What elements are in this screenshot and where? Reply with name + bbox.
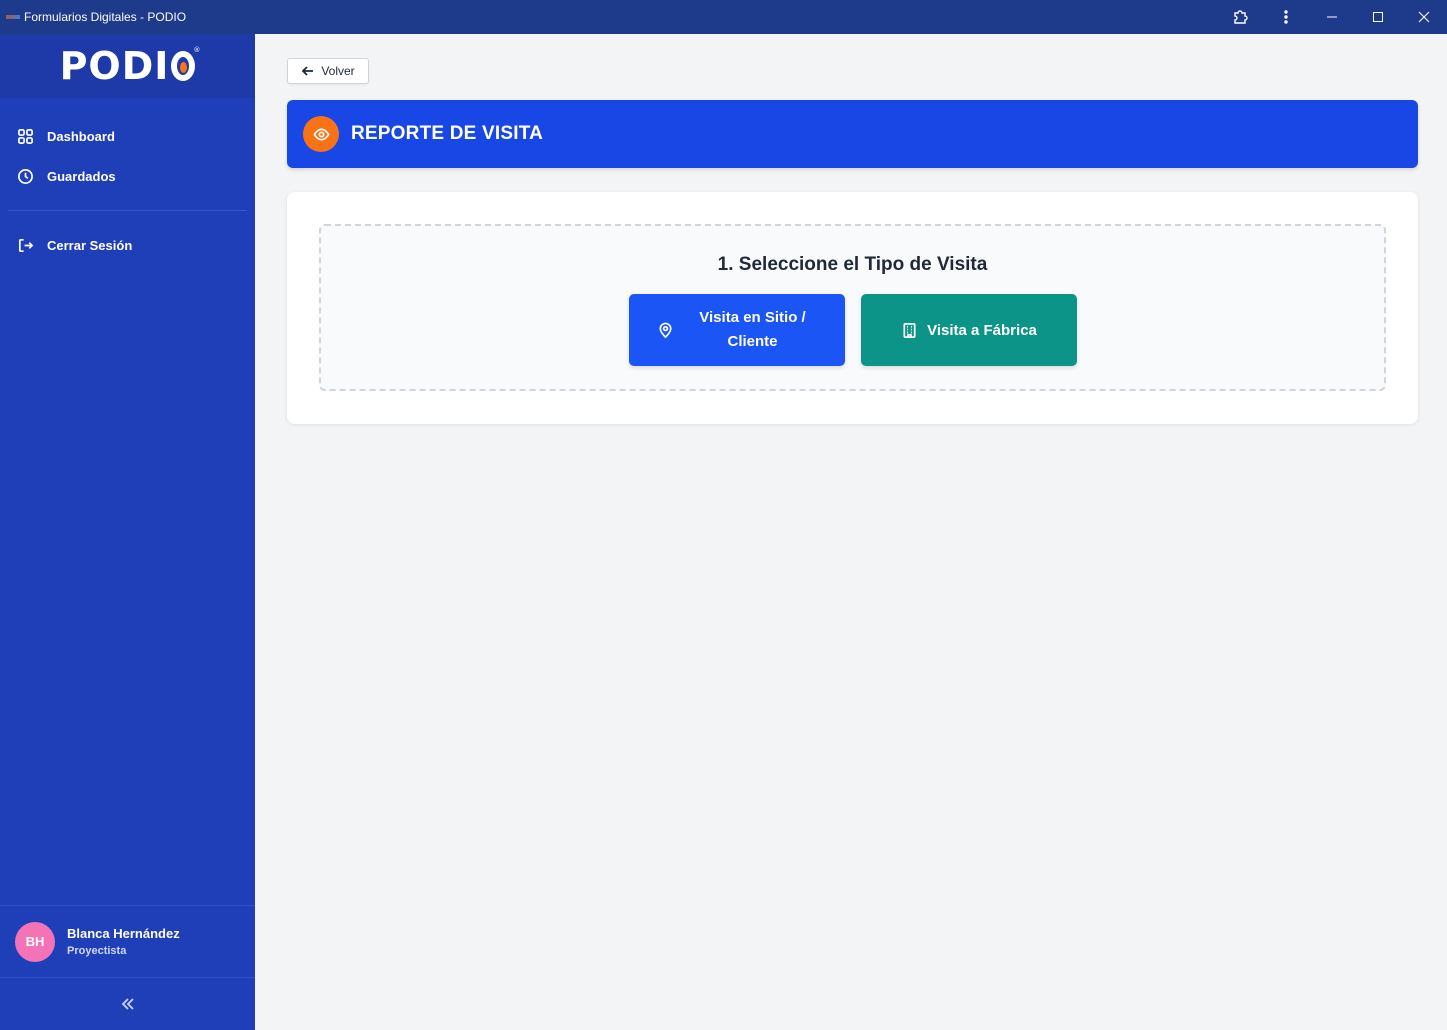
close-button[interactable]: [1401, 0, 1447, 34]
user-profile[interactable]: BH Blanca Hernández Proyectista: [0, 905, 255, 978]
logout-button[interactable]: Cerrar Sesión: [0, 225, 255, 265]
visit-type-card: 1. Seleccione el Tipo de Visita Visita e…: [287, 192, 1418, 424]
main-content: Volver REPORTE DE VISITA 1. Seleccione e…: [255, 34, 1447, 1030]
sidebar-item-guardados[interactable]: Guardados: [0, 156, 255, 196]
page-title: REPORTE DE VISITA: [351, 123, 544, 144]
logo-area: PODI ®: [0, 34, 255, 98]
puzzle-icon: [1234, 10, 1248, 24]
page-header-banner: REPORTE DE VISITA: [287, 100, 1418, 168]
window-title: Formularios Digitales - PODIO: [24, 10, 187, 24]
building-icon: [903, 322, 916, 338]
clock-icon: [18, 168, 33, 184]
visit-factory-button[interactable]: Visita a Fábrica: [861, 294, 1077, 366]
window-titlebar: Formularios Digitales - PODIO: [0, 0, 1447, 34]
app-icon: [6, 15, 20, 19]
menu-button[interactable]: [1263, 0, 1309, 34]
extensions-button[interactable]: [1217, 0, 1263, 34]
user-name: Blanca Hernández: [67, 926, 180, 941]
visit-factory-label: Visita a Fábrica: [927, 321, 1037, 339]
logout-label: Cerrar Sesión: [47, 237, 133, 253]
sidebar-item-dashboard[interactable]: Dashboard: [0, 116, 255, 156]
sidebar-nav: Dashboard Guardados Cerrar Sesión: [0, 98, 255, 265]
map-pin-icon: [658, 322, 672, 338]
arrow-left-icon: [302, 66, 314, 76]
sidebar: PODI ® Dashboard Guardados Cerrar Sesión …: [0, 34, 255, 1030]
podio-logo: PODI ®: [59, 44, 202, 88]
grid-icon: [18, 128, 33, 144]
user-info: Blanca Hernández Proyectista: [67, 926, 180, 957]
maximize-button[interactable]: [1355, 0, 1401, 34]
maximize-icon: [1373, 12, 1383, 22]
collapse-sidebar-button[interactable]: [0, 978, 255, 1030]
visit-site-label: Visita en Sitio / Cliente: [699, 309, 806, 350]
visit-site-button[interactable]: Visita en Sitio / Cliente: [629, 294, 845, 366]
back-button[interactable]: Volver: [287, 58, 369, 84]
minimize-button[interactable]: [1309, 0, 1355, 34]
avatar: BH: [15, 921, 55, 962]
step-title: 1. Seleccione el Tipo de Visita: [717, 254, 988, 275]
sidebar-divider: [8, 210, 247, 211]
logout-icon: [18, 238, 34, 252]
window-controls: [1217, 0, 1447, 34]
eye-icon: [303, 116, 339, 152]
more-vertical-icon: [1284, 10, 1288, 24]
sidebar-item-label: Guardados: [47, 168, 116, 184]
close-icon: [1418, 11, 1430, 23]
minimize-icon: [1327, 16, 1337, 18]
chevrons-left-icon: [121, 998, 134, 1010]
back-label: Volver: [321, 64, 355, 78]
user-role: Proyectista: [67, 945, 127, 957]
visit-type-selector: 1. Seleccione el Tipo de Visita Visita e…: [319, 224, 1386, 391]
sidebar-item-label: Dashboard: [47, 128, 115, 144]
